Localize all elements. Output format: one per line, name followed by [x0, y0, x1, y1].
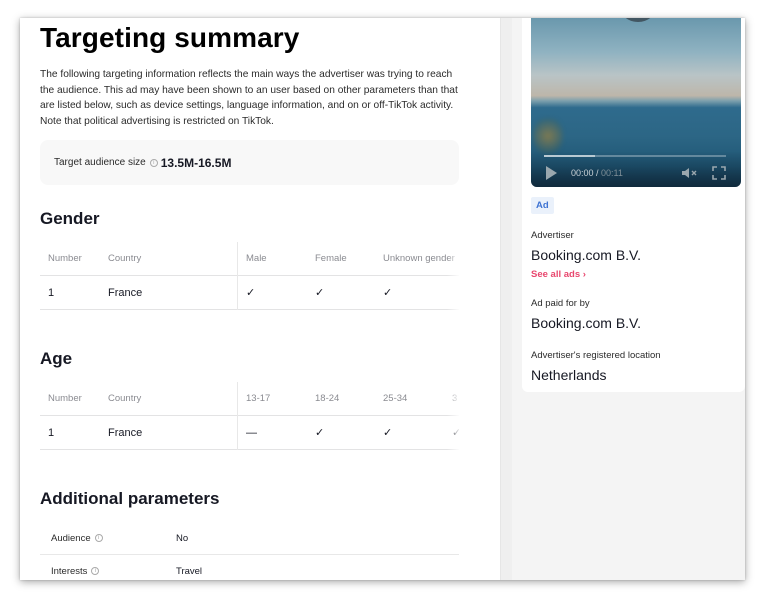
column-header: Male — [246, 253, 267, 264]
check-icon: ✓ — [315, 427, 325, 439]
row-country: France — [108, 287, 143, 299]
intro-text: The following targeting information refl… — [40, 69, 458, 127]
video-frame-detail — [533, 116, 563, 156]
scroll-fade — [447, 382, 459, 450]
row-country: France — [108, 427, 143, 439]
video-progress-fill — [544, 155, 595, 157]
advertiser-name: Booking.com B.V. — [531, 247, 641, 263]
column-header: Country — [108, 253, 142, 264]
column-header: Female — [315, 253, 347, 264]
chevron-right-icon: › — [582, 269, 586, 280]
ad-sidebar: 00:00 / 00:11 Ad Advertiser Booking.com … — [512, 18, 745, 580]
check-icon: ✓ — [246, 287, 256, 299]
additional-parameters-title: Additional parameters — [40, 489, 220, 508]
dash-icon: — — [246, 427, 257, 439]
video-controls: 00:00 / 00:11 — [531, 151, 741, 187]
info-icon[interactable]: i — [94, 534, 103, 543]
parameter-label: Audience i — [51, 522, 106, 555]
fullscreen-icon[interactable] — [712, 166, 726, 180]
see-all-ads-link[interactable]: See all ads › — [531, 269, 586, 280]
video-time: 00:00 / 00:11 — [571, 166, 623, 180]
gender-table: Number Country Male Female Unknown gende… — [40, 242, 459, 310]
check-icon: ✓ — [315, 287, 325, 299]
panel-divider — [500, 18, 512, 580]
target-audience-value: 13.5M-16.5M — [160, 155, 232, 170]
column-header: Number — [48, 253, 82, 264]
age-table: Number Country 13-17 18-24 25-34 3 1 Fra… — [40, 382, 459, 450]
scroll-fade — [447, 242, 459, 310]
check-icon: ✓ — [383, 287, 393, 299]
location-label: Advertiser's registered location — [531, 350, 661, 361]
target-audience-box: Target audience size i 13.5M-16.5M — [40, 140, 459, 185]
parameter-value: No — [176, 533, 189, 544]
duration: 00:11 — [601, 168, 623, 178]
advertiser-label: Advertiser — [531, 230, 574, 241]
row-number: 1 — [48, 287, 55, 299]
column-header: 18-24 — [315, 393, 340, 404]
parameter-row: Interests i Travel — [40, 555, 459, 580]
row-number: 1 — [48, 427, 55, 439]
ad-badge: Ad — [531, 197, 554, 214]
column-divider — [237, 242, 238, 310]
time-separator: / — [593, 168, 602, 178]
column-header: 13-17 — [246, 393, 271, 404]
table-header-row: Number Country Male Female Unknown gende… — [40, 242, 459, 276]
column-header: Unknown gender — [383, 253, 455, 264]
column-divider — [237, 382, 238, 450]
location-value: Netherlands — [531, 367, 607, 383]
age-title: Age — [40, 349, 73, 368]
column-header: Country — [108, 393, 142, 404]
video-progress-bar[interactable] — [544, 155, 726, 157]
parameter-label-text: Audience — [51, 533, 91, 544]
page-title: Targeting summary — [40, 22, 300, 53]
ad-info-card: 00:00 / 00:11 Ad Advertiser Booking.com … — [522, 18, 745, 392]
play-icon[interactable] — [546, 166, 557, 180]
targeting-panel: Targeting summary The following targetin… — [20, 18, 500, 580]
current-time: 00:00 — [571, 168, 594, 178]
info-icon[interactable]: i — [91, 567, 100, 576]
info-icon[interactable]: i — [149, 158, 158, 167]
parameter-row: Audience i No — [40, 522, 459, 555]
parameter-value: Travel — [176, 566, 203, 577]
paid-by-label: Ad paid for by — [531, 298, 590, 309]
target-audience-label: Target audience size — [54, 157, 146, 168]
paid-by-name: Booking.com B.V. — [531, 315, 641, 331]
parameter-label: Interests i — [51, 555, 102, 580]
table-header-row: Number Country 13-17 18-24 25-34 3 — [40, 382, 459, 416]
column-header: 25-34 — [383, 393, 408, 404]
see-all-ads-label: See all ads — [531, 269, 581, 280]
column-header: Number — [48, 393, 82, 404]
table-row: 1 France — ✓ ✓ ✓ — [40, 416, 459, 450]
additional-parameters-list: Audience i No Interests i Travel — [40, 522, 459, 580]
mute-icon[interactable] — [681, 167, 699, 179]
screenshot-frame: Targeting summary The following targetin… — [20, 18, 745, 580]
table-row: 1 France ✓ ✓ ✓ — [40, 276, 459, 310]
gender-title: Gender — [40, 209, 100, 228]
parameter-label-text: Interests — [51, 566, 88, 577]
video-player[interactable]: 00:00 / 00:11 — [531, 18, 741, 187]
check-icon: ✓ — [383, 427, 393, 439]
video-overlay-button[interactable] — [620, 18, 656, 22]
